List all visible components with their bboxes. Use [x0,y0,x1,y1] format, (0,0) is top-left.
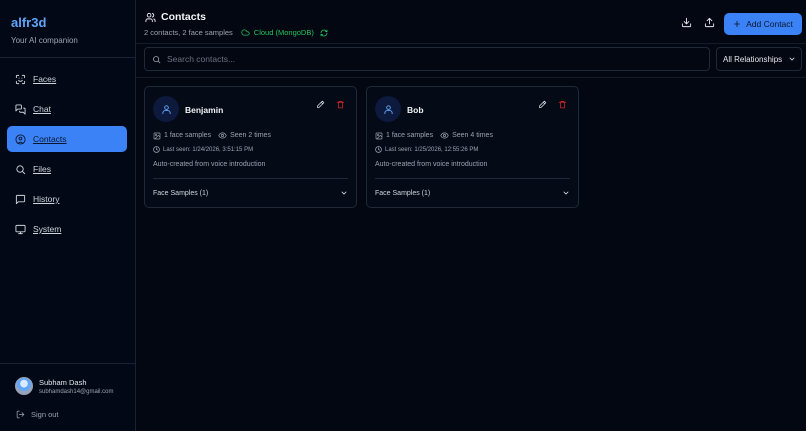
add-contact-label: Add Contact [746,19,793,29]
user-icon [383,104,394,115]
page-title: Contacts [145,11,206,23]
image-icon [375,132,383,140]
sidebar-item-label: History [33,194,60,204]
app-subtitle: Your AI companion [11,36,78,45]
sidebar-item-label: Contacts [33,134,67,144]
contact-avatar [375,96,401,122]
sidebar-item-label: System [33,224,62,234]
contacts-icon [15,133,26,145]
edit-icon[interactable] [538,100,547,109]
sidebar-item-contacts[interactable]: Contacts [7,126,127,152]
contact-name: Bob [407,105,424,115]
face-samples-label: Face Samples (1) [153,189,209,197]
contact-card: Benjamin 1 face samples Seen 2 times Las… [144,86,357,208]
add-contact-button[interactable]: Add Contact [724,13,802,35]
contact-notes: Auto-created from voice introduction [375,161,488,168]
trash-icon[interactable] [558,100,567,109]
trash-icon[interactable] [336,100,345,109]
sidebar-item-system[interactable]: System [7,216,127,242]
contact-notes: Auto-created from voice introduction [153,161,266,168]
page-header: Contacts 2 contacts, 2 face samples Clou… [136,0,806,43]
search-box[interactable] [144,47,710,71]
face-sample-count: 1 face samples [386,132,434,139]
download-icon[interactable] [681,17,692,28]
face-scan-icon [15,74,26,85]
last-seen-text: Last seen: 1/25/2026, 12:55:26 PM [385,146,479,153]
sidebar-item-chat[interactable]: Chat [7,96,127,122]
edit-icon[interactable] [316,100,325,109]
search-input[interactable] [167,54,687,64]
search-icon [15,164,26,175]
chat-icon [15,103,26,115]
contact-avatar [153,96,179,122]
sidebar-item-history[interactable]: History [7,186,127,212]
chevron-down-icon [340,189,348,197]
face-samples-toggle[interactable]: Face Samples (1) [153,183,348,203]
plus-icon [733,20,741,28]
sidebar-divider [0,363,135,364]
face-samples-label: Face Samples (1) [375,189,431,197]
sidebar-divider [0,57,135,58]
page-summary: 2 contacts, 2 face samples Cloud (MongoD… [144,28,328,37]
clock-icon [375,146,382,153]
sidebar-item-files[interactable]: Files [7,156,127,182]
chevron-down-icon [562,189,570,197]
eye-icon [440,131,449,140]
search-icon [152,55,161,64]
sidebar-item-label: Faces [33,74,57,84]
user-email: subhamdash14@gmail.com [39,388,114,395]
face-sample-count: 1 face samples [164,132,212,139]
face-samples-toggle[interactable]: Face Samples (1) [375,183,570,203]
history-icon [15,194,26,205]
sidebar-item-faces[interactable]: Faces [7,66,127,92]
logout-icon [16,410,25,419]
relationship-filter-value: All Relationships [723,54,783,64]
cloud-icon [241,28,250,37]
sidebar-nav: Faces Chat Contacts Files History System [7,66,127,246]
refresh-icon[interactable] [320,29,328,37]
image-icon [153,132,161,140]
card-divider [375,178,570,179]
contact-stats: 1 face samples Seen 2 times [153,131,271,140]
sign-out-button[interactable]: Sign out [16,410,59,419]
avatar [15,377,33,395]
eye-icon [218,131,227,140]
contact-count: 2 contacts, 2 face samples [144,28,233,37]
last-seen: Last seen: 1/25/2026, 12:55:26 PM [375,146,478,153]
monitor-icon [15,224,26,235]
last-seen: Last seen: 1/24/2026, 3:51:15 PM [153,146,253,153]
user-name: Subham Dash [39,377,87,387]
card-divider [153,178,348,179]
sidebar-item-label: Chat [33,104,51,114]
user-icon [161,104,172,115]
brand: alfr3d Your AI companion [11,15,78,45]
seen-count: Seen 2 times [230,132,271,139]
sidebar: alfr3d Your AI companion Faces Chat Cont… [0,0,136,431]
upload-icon[interactable] [704,17,715,28]
sidebar-item-label: Files [33,164,51,174]
users-icon [145,12,156,23]
clock-icon [153,146,160,153]
contact-stats: 1 face samples Seen 4 times [375,131,493,140]
relationship-filter[interactable]: All Relationships [716,47,802,71]
seen-count: Seen 4 times [452,132,493,139]
storage-label: Cloud (MongoDB) [253,28,314,37]
contact-card: Bob 1 face samples Seen 4 times Last see… [366,86,579,208]
storage-status: Cloud (MongoDB) [241,28,314,37]
user-profile[interactable]: Subham Dash subhamdash14@gmail.com [15,377,113,395]
filter-bar: All Relationships [136,43,806,78]
app-title: alfr3d [11,15,47,30]
page-title-text: Contacts [161,11,206,23]
chevron-down-icon [788,55,796,63]
sign-out-label: Sign out [31,410,59,419]
contact-name: Benjamin [185,105,224,115]
last-seen-text: Last seen: 1/24/2026, 3:51:15 PM [163,146,254,153]
